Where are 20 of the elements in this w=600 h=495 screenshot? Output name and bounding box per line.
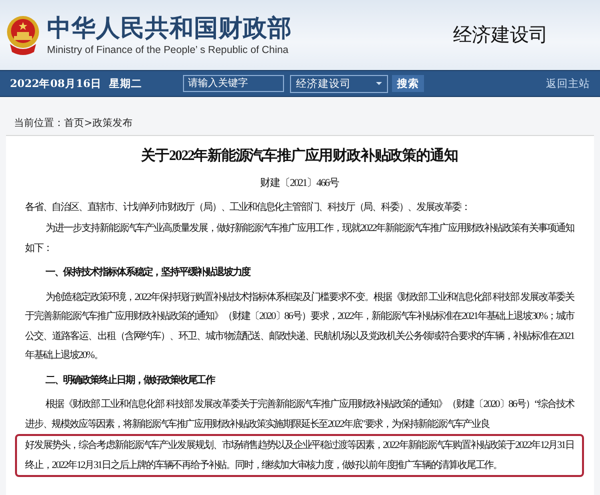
body-paragraph: 为进一步支持新能源汽车产业高质量发展，做好新能源汽车推广应用工作，现就2022年新能源汽车推广应用财政补贴政策有关事项通知如下：	[25, 222, 574, 256]
current-date: 2022年08月16日 星期二	[10, 76, 143, 90]
section-heading: 二、明确政策终止日期，做好政策收尾工作	[44, 374, 216, 388]
site-subtitle: Ministry of Finance of the People’ s Republic of China	[47, 44, 290, 56]
breadcrumb: 当前位置：首页>政策发布	[13, 116, 134, 131]
home-link[interactable]: 返回主站	[546, 76, 590, 90]
body-paragraph: 根据《财政部 工业和信息化部 科技部 发展改革委关于完善新能源汽车推广应用财政补贴政策的通知》（财建〔2020〕86号）“综合技术进步、规模效应等因素，将新能源汽车推广应用财政补贴政策实施期限延长至2022年底”要求，为保持新能源汽车产业良	[25, 398, 574, 432]
highlighted-passage: 好发展势头，综合考虑新能源汽车产业发展规划、市场销售趋势以及企业平稳过渡等因素，2022年新能源汽车购置补贴政策于2022年12月31日终止，2022年12月31日之后上牌的车辆不再给予补贴。同时，继续加大审核力度，做好以前年度推广车辆的清算收尾工作。	[15, 434, 584, 477]
emblem-icon	[6, 14, 40, 56]
department-name: 经济建设司	[453, 23, 548, 48]
document-number: 财建〔2021〕466号	[259, 176, 340, 191]
body-paragraph: 为创造稳定政策环境，2022年保持现行购置补贴技术指标体系框架及门槛要求不变。根据《财政部 工业和信息化部 科技部 发展改革委关于完善新能源汽车推广应用财政补贴政策的通知》（财建〔2020〕86号）要求，2022年，新能源汽车补贴标准在2021年基础上退坡30%；城市公交、道路客运、出租（含网约车）、环卫、城市物流配送、邮政快递、民航机场以及党政机关公务领域符合要求的车辆，补贴标准在2021年基础上退坡20%。	[25, 290, 574, 363]
search-button[interactable]: 搜索	[392, 75, 424, 92]
search-field[interactable]: 请输入关键字	[183, 75, 284, 92]
site-title: 中华人民共和国财政部	[47, 14, 292, 42]
scope-dropdown[interactable]: 经济建设司	[290, 74, 388, 92]
caret-icon	[376, 82, 382, 85]
section-heading: 一、保持技术指标体系稳定，坚持平缓补贴退坡力度	[44, 265, 252, 280]
article-title: 关于2022年新能源汽车推广应用财政补贴政策的通知	[140, 146, 459, 166]
addressee-line: 各省、自治区、直辖市、计划单列市财政厅（局）、工业和信息化主管部门、科技厅（局、科委）、发展改革委：	[25, 200, 472, 214]
